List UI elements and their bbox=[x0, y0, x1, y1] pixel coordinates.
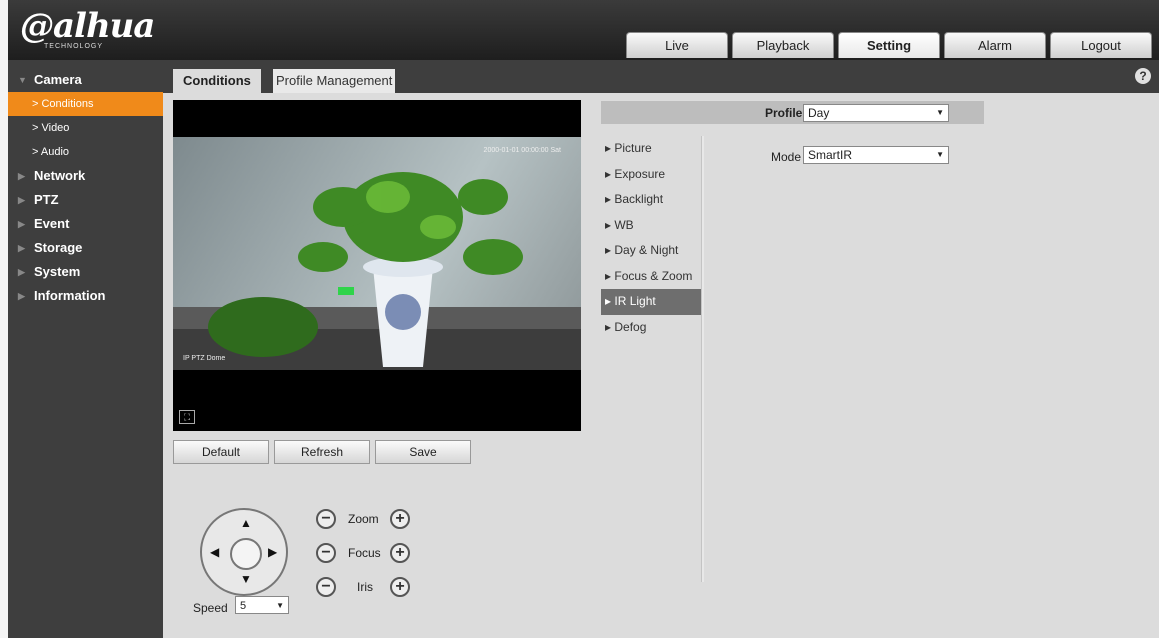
chevron-down-icon: ▼ bbox=[276, 601, 284, 610]
video-frame: 2000-01-01 00:00:00 Sat IP PTZ Dome bbox=[173, 137, 581, 370]
sidebar-item-event[interactable]: ▶ Event bbox=[8, 212, 163, 236]
main-content: Conditions Profile Management ? 2000-01-… bbox=[163, 60, 1159, 638]
profile-label: Profile bbox=[765, 106, 803, 120]
sidebar-item-conditions[interactable]: > Conditions bbox=[8, 92, 163, 116]
iris-label: Iris bbox=[357, 580, 373, 594]
sidebar-item-camera[interactable]: ▼ Camera bbox=[8, 68, 163, 92]
refresh-button[interactable]: Refresh bbox=[274, 440, 370, 464]
menu-item-picture[interactable]: ▸ Picture bbox=[601, 136, 701, 162]
ptz-direction-pad[interactable]: ▲ ▼ ◀ ▶ bbox=[200, 508, 288, 596]
sidebar: ▼ Camera > Conditions > Video > Audio ▶ Ne… bbox=[8, 60, 163, 638]
sidebar-item-ptz[interactable]: ▶ PTZ bbox=[8, 188, 163, 212]
sidebar-item-video[interactable]: > Video bbox=[8, 116, 163, 140]
tab-conditions[interactable]: Conditions bbox=[173, 69, 261, 93]
nav-setting[interactable]: Setting bbox=[838, 32, 940, 58]
menu-item-backlight[interactable]: ▸ Backlight bbox=[601, 187, 701, 213]
triangle-right-icon: ▶ bbox=[18, 195, 25, 205]
mode-select[interactable]: SmartIR ▼ bbox=[803, 146, 949, 164]
focus-minus-button[interactable]: − bbox=[316, 543, 336, 563]
menu-item-exposure[interactable]: ▸ Exposure bbox=[601, 162, 701, 188]
focus-label: Focus bbox=[348, 546, 381, 560]
sidebar-item-information[interactable]: ▶ Information bbox=[8, 284, 163, 308]
chevron-down-icon: ▼ bbox=[936, 150, 944, 159]
speed-select[interactable]: 5 ▼ bbox=[235, 596, 289, 614]
focus-plus-button[interactable]: + bbox=[390, 543, 410, 563]
logo-tagline: TECHNOLOGY bbox=[44, 43, 104, 50]
triangle-right-icon: ▶ bbox=[18, 267, 25, 277]
mode-label: Mode bbox=[771, 150, 802, 164]
arrow-up-icon[interactable]: ▲ bbox=[240, 516, 252, 530]
triangle-right-icon: ▶ bbox=[18, 171, 25, 181]
video-timestamp: 2000-01-01 00:00:00 Sat bbox=[483, 147, 561, 154]
chevron-down-icon: ▼ bbox=[936, 108, 944, 117]
plant-scene-image bbox=[173, 172, 581, 370]
menu-item-ir-light[interactable]: ▸ IR Light bbox=[601, 289, 701, 315]
ptz-center-button[interactable] bbox=[230, 538, 262, 570]
live-video-preview[interactable]: 2000-01-01 00:00:00 Sat IP PTZ Dome ⛶ bbox=[173, 100, 581, 431]
profile-select[interactable]: Day ▼ bbox=[803, 104, 949, 122]
tab-profile-management[interactable]: Profile Management bbox=[273, 69, 396, 93]
video-camera-name: IP PTZ Dome bbox=[183, 355, 226, 362]
nav-alarm[interactable]: Alarm bbox=[944, 32, 1046, 58]
sidebar-item-network[interactable]: ▶ Network bbox=[8, 164, 163, 188]
save-button[interactable]: Save bbox=[375, 440, 471, 464]
zoom-label: Zoom bbox=[348, 512, 379, 526]
triangle-right-icon: ▶ bbox=[18, 219, 25, 229]
zoom-minus-button[interactable]: − bbox=[316, 509, 336, 529]
arrow-left-icon[interactable]: ◀ bbox=[210, 545, 219, 559]
arrow-down-icon[interactable]: ▼ bbox=[240, 572, 252, 586]
sidebar-item-system[interactable]: ▶ System bbox=[8, 260, 163, 284]
zoom-plus-button[interactable]: + bbox=[390, 509, 410, 529]
sidebar-item-storage[interactable]: ▶ Storage bbox=[8, 236, 163, 260]
triangle-right-icon: ▶ bbox=[18, 291, 25, 301]
sidebar-item-audio[interactable]: > Audio bbox=[8, 140, 163, 164]
settings-menu: ▸ Picture ▸ Exposure ▸ Backlight ▸ WB ▸ … bbox=[601, 136, 701, 340]
nav-playback[interactable]: Playback bbox=[732, 32, 834, 58]
help-icon[interactable]: ? bbox=[1135, 68, 1151, 84]
triangle-right-icon: ▶ bbox=[18, 243, 25, 253]
sub-tab-bar: Conditions Profile Management ? bbox=[163, 60, 1159, 93]
arrow-right-icon[interactable]: ▶ bbox=[268, 545, 277, 559]
speed-label: Speed bbox=[193, 601, 228, 615]
top-header: @alhua TECHNOLOGY Live Playback Setting … bbox=[8, 0, 1159, 60]
iris-plus-button[interactable]: + bbox=[390, 577, 410, 597]
fullscreen-icon[interactable]: ⛶ bbox=[179, 410, 195, 424]
nav-live[interactable]: Live bbox=[626, 32, 728, 58]
main-nav: Live Playback Setting Alarm Logout bbox=[626, 32, 1152, 58]
logo: @alhua bbox=[20, 6, 155, 46]
menu-item-day-night[interactable]: ▸ Day & Night bbox=[601, 238, 701, 264]
default-button[interactable]: Default bbox=[173, 440, 269, 464]
nav-logout[interactable]: Logout bbox=[1050, 32, 1152, 58]
menu-item-focus-zoom[interactable]: ▸ Focus & Zoom bbox=[601, 264, 701, 290]
iris-minus-button[interactable]: − bbox=[316, 577, 336, 597]
menu-divider bbox=[701, 136, 704, 582]
triangle-down-icon: ▼ bbox=[18, 75, 27, 85]
menu-item-wb[interactable]: ▸ WB bbox=[601, 213, 701, 239]
menu-item-defog[interactable]: ▸ Defog bbox=[601, 315, 701, 341]
